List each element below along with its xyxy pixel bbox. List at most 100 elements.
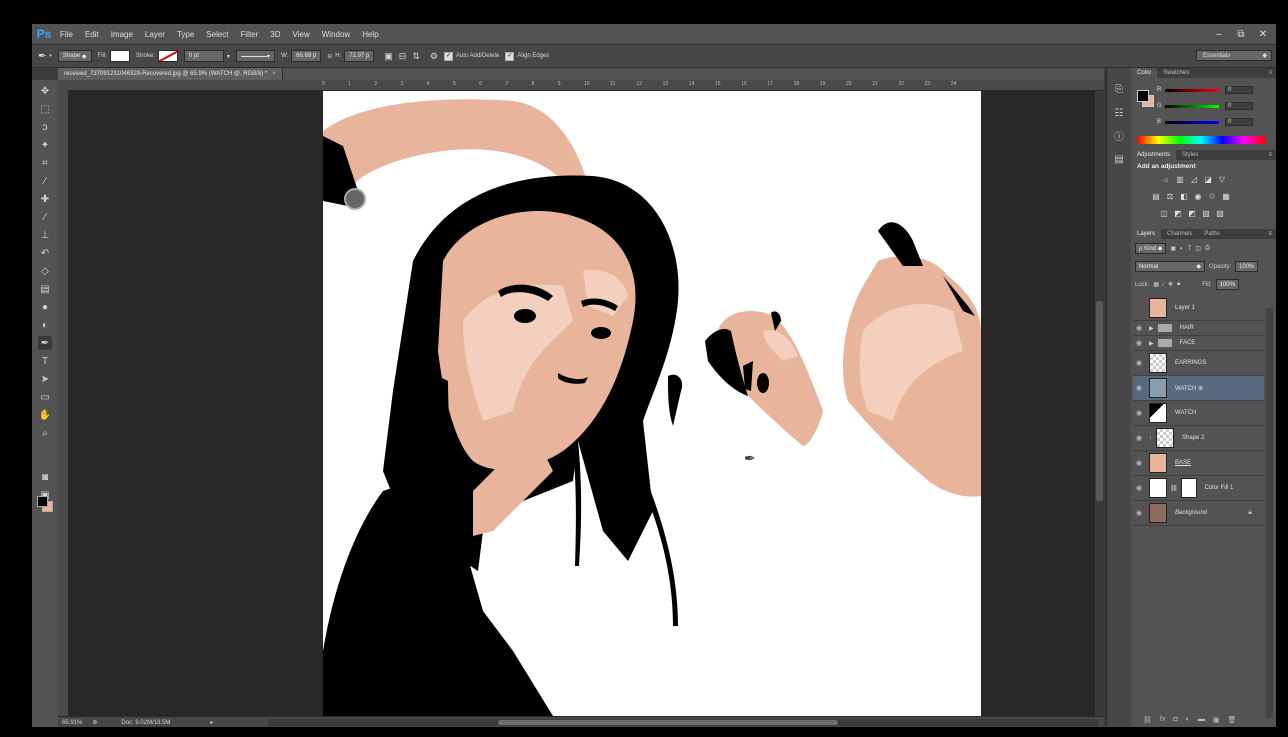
eye-icon[interactable]: ◉: [1133, 339, 1145, 347]
levels-icon[interactable]: ▥: [1175, 175, 1185, 184]
dodge-tool-icon[interactable]: ◐: [38, 318, 52, 332]
filter-type-icon[interactable]: T: [1188, 246, 1192, 252]
green-value-field[interactable]: 0: [1225, 102, 1253, 110]
selective-color-icon[interactable]: ▨: [1215, 209, 1225, 218]
path-alignment-icon[interactable]: ⊟: [399, 51, 407, 62]
move-tool-icon[interactable]: ✥: [38, 84, 52, 98]
channel-mixer-icon[interactable]: ♲: [1207, 192, 1217, 201]
layers-scrollbar[interactable]: [1266, 308, 1273, 718]
foreground-color-swatch[interactable]: [37, 496, 48, 507]
layer-row[interactable]: ◉ ⛓ Color Fill 1: [1133, 476, 1264, 501]
eye-icon[interactable]: ◉: [1133, 324, 1145, 332]
adjustments-panel-menu-icon[interactable]: ≡: [1268, 152, 1272, 158]
photo-filter-icon[interactable]: ◉: [1193, 192, 1203, 201]
layer-row[interactable]: Layer 1: [1133, 296, 1264, 321]
stroke-width-field[interactable]: 0 pt: [183, 50, 224, 62]
filter-shape-icon[interactable]: ◫: [1195, 245, 1201, 252]
red-slider[interactable]: [1165, 88, 1219, 92]
lock-position-icon[interactable]: ✥: [1168, 281, 1173, 288]
magic-wand-icon[interactable]: ✦: [38, 138, 52, 152]
menu-3d[interactable]: 3D: [266, 30, 288, 39]
eye-icon[interactable]: ◉: [1133, 384, 1145, 392]
document-tab[interactable]: received_737091231046329-Recovered.jpg @…: [58, 68, 283, 80]
layer-kind-filter[interactable]: ρ Kind ◆: [1135, 243, 1167, 254]
menu-select[interactable]: Select: [202, 30, 236, 39]
eye-icon[interactable]: ◉: [1133, 359, 1145, 367]
tab-channels[interactable]: Channels: [1161, 229, 1198, 239]
rectangle-tool-icon[interactable]: ▭: [38, 390, 52, 404]
fill-field[interactable]: 100%: [1215, 279, 1239, 290]
blur-tool-icon[interactable]: ●: [38, 300, 52, 314]
clone-stamp-icon[interactable]: ⊥: [38, 228, 52, 242]
layer-row[interactable]: ◉ WATCH: [1133, 401, 1264, 426]
horizontal-scroll-thumb[interactable]: [498, 720, 838, 725]
align-edges-checkbox[interactable]: ✓: [505, 51, 515, 61]
info-panel-icon[interactable]: ⓘ: [1112, 128, 1126, 143]
brightness-contrast-icon[interactable]: ☼: [1161, 175, 1171, 184]
layers-panel-menu-icon[interactable]: ≡: [1268, 231, 1272, 237]
color-spectrum[interactable]: [1137, 136, 1265, 144]
vertical-scroll-thumb[interactable]: [1096, 301, 1103, 501]
invert-icon[interactable]: ◫: [1159, 209, 1169, 218]
tab-styles[interactable]: Styles: [1176, 150, 1204, 160]
threshold-icon[interactable]: ◩: [1187, 209, 1197, 218]
hue-saturation-icon[interactable]: ▤: [1151, 192, 1161, 201]
new-group-icon[interactable]: ▬: [1198, 716, 1205, 724]
layer-row[interactable]: ◉ Background 🔒︎: [1133, 501, 1264, 526]
gear-icon[interactable]: ⚙: [430, 51, 438, 62]
menu-window[interactable]: Window: [318, 30, 358, 39]
filter-smart-object-icon[interactable]: ⎙: [1205, 245, 1210, 252]
path-selection-icon[interactable]: ➤: [38, 372, 52, 386]
gradient-map-icon[interactable]: ▧: [1201, 209, 1211, 218]
lasso-tool-icon[interactable]: ↄ: [38, 120, 52, 134]
zoom-tool-icon[interactable]: ⌕: [38, 426, 52, 440]
marquee-tool-icon[interactable]: ⬚: [38, 102, 52, 116]
status-info-icon[interactable]: ⊛: [92, 719, 97, 726]
workspace-select[interactable]: Essentials ◆: [1196, 50, 1272, 61]
layer-group-row[interactable]: ◉ ▶ FACE: [1133, 336, 1264, 351]
exposure-icon[interactable]: ◪: [1203, 175, 1213, 184]
vertical-scrollbar[interactable]: [1095, 91, 1104, 716]
pen-tool-icon[interactable]: ✒: [38, 336, 52, 350]
posterize-icon[interactable]: ◩: [1173, 209, 1183, 218]
tab-adjustments[interactable]: Adjustments: [1131, 150, 1177, 160]
eyedropper-icon[interactable]: ⁄: [38, 174, 52, 188]
lock-pixels-icon[interactable]: ∕: [1163, 282, 1164, 288]
eye-icon[interactable]: ◉: [1133, 459, 1145, 467]
menu-filter[interactable]: Filter: [237, 30, 267, 39]
visibility-off-icon[interactable]: [1133, 305, 1145, 312]
menu-type[interactable]: Type: [173, 30, 202, 39]
eye-icon[interactable]: ◉: [1133, 509, 1145, 517]
tab-swatches[interactable]: Swatches: [1157, 68, 1195, 78]
panel-foreground-swatch[interactable]: [1137, 90, 1149, 102]
fill-swatch[interactable]: [109, 50, 130, 62]
delete-layer-icon[interactable]: 🗑︎: [1227, 716, 1236, 724]
adjustment-layer-icon[interactable]: ◐: [1186, 716, 1190, 724]
type-tool-icon[interactable]: T: [38, 354, 52, 368]
eye-icon[interactable]: ◉: [1133, 484, 1145, 492]
canvas-area[interactable]: ✒: [69, 91, 1095, 716]
color-balance-icon[interactable]: ⚖: [1165, 192, 1175, 201]
green-slider[interactable]: [1165, 104, 1219, 108]
auto-add-delete-checkbox[interactable]: ✓: [443, 51, 453, 61]
layer-style-icon[interactable]: fx: [1160, 716, 1165, 724]
layer-row[interactable]: ◉ EARRINGS: [1133, 351, 1264, 376]
link-layers-icon[interactable]: ⛓: [1143, 716, 1152, 724]
layer-row-selected[interactable]: ◉ WATCH ⊕: [1133, 376, 1264, 401]
menu-layer[interactable]: Layer: [141, 30, 173, 39]
link-icon[interactable]: ⊖: [327, 53, 332, 60]
zoom-level[interactable]: 65.91%: [62, 720, 82, 726]
menu-edit[interactable]: Edit: [81, 30, 107, 39]
expand-arrow-icon[interactable]: ▶: [1149, 325, 1154, 332]
document-canvas[interactable]: ✒: [323, 91, 981, 716]
filter-adjustment-icon[interactable]: ◐: [1180, 246, 1184, 252]
status-menu-arrow-icon[interactable]: ▸: [210, 719, 213, 726]
vibrance-icon[interactable]: ▽: [1217, 175, 1227, 184]
lock-transparent-icon[interactable]: ▦: [1153, 281, 1159, 288]
path-operations-icon[interactable]: ▣: [384, 51, 393, 62]
quick-mask-icon[interactable]: ◙: [38, 470, 52, 484]
height-field[interactable]: 72.97 p: [344, 50, 375, 62]
expand-arrow-icon[interactable]: ▶: [1149, 340, 1154, 347]
add-mask-icon[interactable]: ◘: [1173, 716, 1177, 724]
shape-mode-select[interactable]: Shape ◆: [57, 50, 92, 62]
